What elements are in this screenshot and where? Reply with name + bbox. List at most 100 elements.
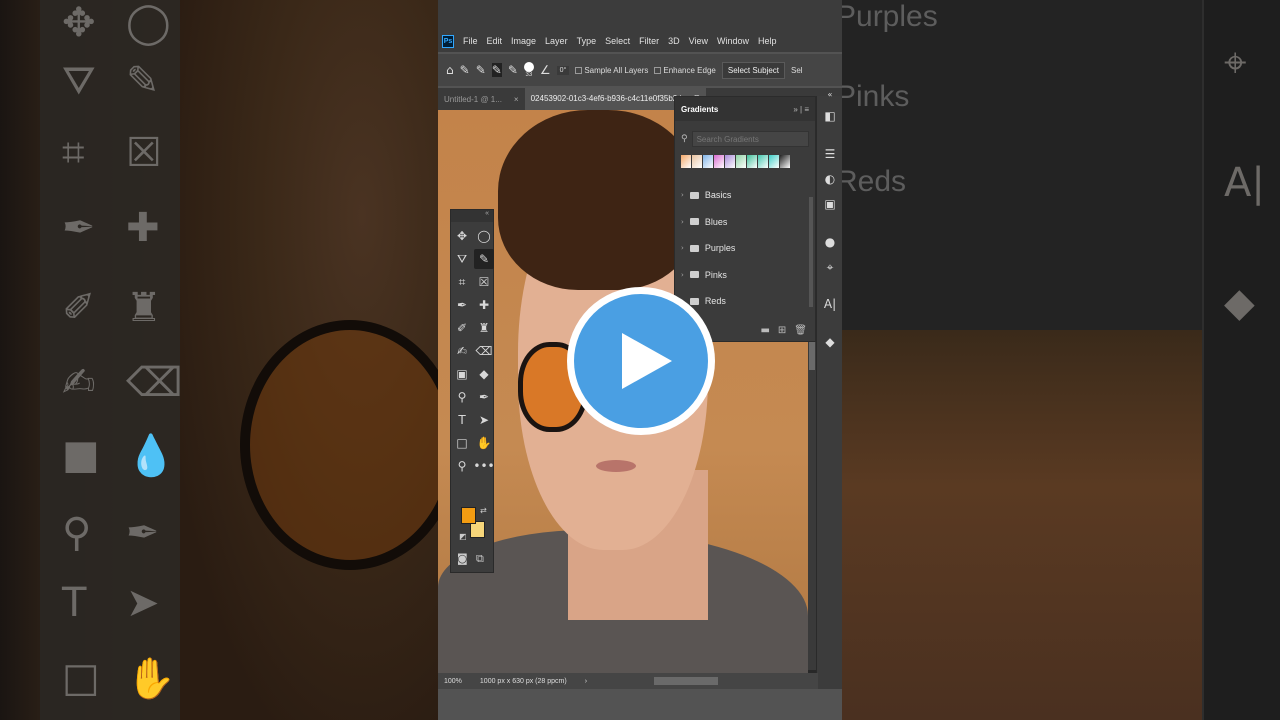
- blur-tool-icon[interactable]: ◆: [474, 364, 494, 384]
- menu-help[interactable]: Help: [758, 36, 777, 46]
- toolbox-collapse-icon[interactable]: «: [451, 210, 493, 222]
- gradients-scrollbar[interactable]: [809, 197, 813, 307]
- status-chevron-icon[interactable]: ›: [585, 678, 587, 685]
- path-selection-icon[interactable]: ➤: [474, 410, 494, 430]
- zoom-level[interactable]: 100%: [444, 678, 462, 685]
- ellipse-marquee-icon[interactable]: ◯: [474, 226, 494, 246]
- rectangle-tool-icon[interactable]: □: [452, 433, 472, 453]
- new-selection-icon[interactable]: ✎: [476, 63, 486, 77]
- toolbox-panel: « ✥ ◯ ⛛ ✎ ⌗ ☒ ✒ ✚ ✐ ♜ ✍ ⌫ ▣ ◆ ⚲ ✒ T ➤ □ …: [450, 209, 495, 573]
- brush-tool-icon[interactable]: ✐: [452, 318, 472, 338]
- gradient-swatch[interactable]: [769, 155, 779, 168]
- menu-image[interactable]: Image: [511, 36, 536, 46]
- folder-label: Purples: [704, 243, 736, 254]
- folder-label: Blues: [704, 216, 728, 227]
- folder-label: Reds: [704, 296, 726, 307]
- pen-tool-icon[interactable]: ✒: [474, 387, 494, 407]
- delete-icon[interactable]: 🗑: [794, 325, 807, 336]
- libraries-icon[interactable]: ▣: [822, 196, 838, 212]
- healing-brush-icon[interactable]: ✚: [474, 295, 494, 315]
- brush-picker[interactable]: 33: [523, 62, 534, 78]
- blurred-photo: [842, 330, 1202, 720]
- horizontal-scrollbar[interactable]: [654, 677, 718, 685]
- screen-mode-icon[interactable]: ⧉: [476, 552, 484, 566]
- folder-blues[interactable]: › Blues: [675, 209, 815, 236]
- new-gradient-icon[interactable]: ⊞: [778, 325, 786, 336]
- move-tool-icon[interactable]: ✥: [452, 226, 472, 246]
- quick-mask-icon[interactable]: ◙: [457, 552, 468, 565]
- angle-field[interactable]: 0°: [556, 65, 570, 75]
- gradient-swatch[interactable]: [692, 155, 702, 168]
- polygon-lasso-icon: ⛛: [62, 58, 96, 104]
- folder-pinks[interactable]: › Pinks: [675, 262, 815, 289]
- menu-window[interactable]: Window: [717, 36, 749, 46]
- select-and-mask-button[interactable]: Sel: [791, 66, 803, 75]
- menu-select[interactable]: Select: [605, 36, 630, 46]
- gradient-swatch[interactable]: [780, 155, 790, 168]
- eraser-tool-icon[interactable]: ⌫: [474, 341, 494, 361]
- add-selection-icon[interactable]: ✎: [491, 63, 502, 77]
- tab-close-icon[interactable]: ×: [508, 95, 525, 104]
- folder-purples[interactable]: › Purples: [675, 235, 815, 262]
- photo-hair: [498, 110, 698, 290]
- type-tool-icon[interactable]: T: [452, 410, 472, 430]
- gradient-swatch[interactable]: [725, 155, 735, 168]
- brush-icon: ✐: [62, 285, 96, 331]
- character-icon[interactable]: A|: [822, 296, 838, 312]
- folder-label: Pinks: [704, 269, 727, 280]
- tab-untitled[interactable]: Untitled-1 @ 1...: [438, 95, 508, 104]
- hand-tool-icon[interactable]: ✋: [474, 433, 494, 453]
- folder-basics[interactable]: › Basics: [675, 182, 815, 209]
- move-icon: ✥: [62, 0, 96, 46]
- learn-icon[interactable]: ●: [822, 234, 838, 250]
- collapse-panels-icon[interactable]: «: [822, 86, 838, 102]
- gradient-tool-icon[interactable]: ▣: [452, 364, 472, 384]
- history-brush-icon[interactable]: ✍: [452, 341, 472, 361]
- menu-file[interactable]: File: [463, 36, 478, 46]
- gradient-swatch[interactable]: [747, 155, 757, 168]
- panel-menu-icon[interactable]: » | ≡: [793, 105, 809, 114]
- gradients-panel-icon[interactable]: ◧: [822, 108, 838, 124]
- gradient-swatch[interactable]: [714, 155, 724, 168]
- lasso-tool-icon[interactable]: ⛛: [452, 249, 472, 269]
- menu-3d[interactable]: 3D: [668, 36, 680, 46]
- foreground-color-swatch[interactable]: [461, 507, 476, 524]
- play-button-circle: [574, 294, 708, 428]
- sample-all-layers-checkbox[interactable]: Sample All Layers: [575, 66, 648, 75]
- more-tools-icon[interactable]: •••: [473, 456, 494, 476]
- paths-icon[interactable]: ⌖: [822, 259, 838, 275]
- dodge-tool-icon[interactable]: ⚲: [452, 387, 472, 407]
- eyedropper-tool-icon[interactable]: ✒: [452, 295, 472, 315]
- play-button[interactable]: [567, 287, 715, 435]
- menu-layer[interactable]: Layer: [545, 36, 568, 46]
- frame-tool-icon[interactable]: ☒: [474, 272, 494, 292]
- menu-view[interactable]: View: [689, 36, 708, 46]
- gradient-swatch[interactable]: [681, 155, 691, 168]
- menu-type[interactable]: Type: [577, 36, 597, 46]
- layers-icon[interactable]: ◆: [822, 334, 838, 350]
- enhance-edge-checkbox[interactable]: Enhance Edge: [654, 66, 716, 75]
- zoom-tool-icon[interactable]: ⚲: [452, 456, 472, 476]
- gradient-swatch[interactable]: [703, 155, 713, 168]
- tool-preset-icon[interactable]: ✎: [460, 63, 470, 77]
- crop-icon: ⌗: [62, 130, 85, 176]
- menu-filter[interactable]: Filter: [639, 36, 659, 46]
- new-group-icon[interactable]: ▬: [760, 325, 769, 336]
- gradient-swatch[interactable]: [736, 155, 746, 168]
- home-icon[interactable]: ⌂: [446, 63, 454, 77]
- brush-size-value: 33: [525, 72, 533, 78]
- adjustments-icon[interactable]: ☰: [822, 146, 838, 162]
- quick-selection-tool-icon[interactable]: ✎: [474, 249, 494, 269]
- subtract-selection-icon[interactable]: ✎: [508, 63, 518, 77]
- default-colors-icon[interactable]: ◩: [459, 532, 467, 541]
- clone-stamp-icon[interactable]: ♜: [474, 318, 494, 338]
- menu-edit[interactable]: Edit: [487, 36, 503, 46]
- search-gradients-input[interactable]: Search Gradients: [691, 131, 809, 147]
- gradient-swatch[interactable]: [758, 155, 768, 168]
- panel-icon-strip: « ◧ ☰ ◐ ▣ ● ⌖ A| ◆: [816, 90, 842, 690]
- color-icon[interactable]: ◐: [822, 171, 838, 187]
- swap-colors-icon[interactable]: ⇄: [480, 506, 487, 515]
- select-subject-button[interactable]: Select Subject: [721, 61, 786, 79]
- eyedropper-icon: ✒: [62, 205, 96, 251]
- crop-tool-icon[interactable]: ⌗: [452, 272, 472, 292]
